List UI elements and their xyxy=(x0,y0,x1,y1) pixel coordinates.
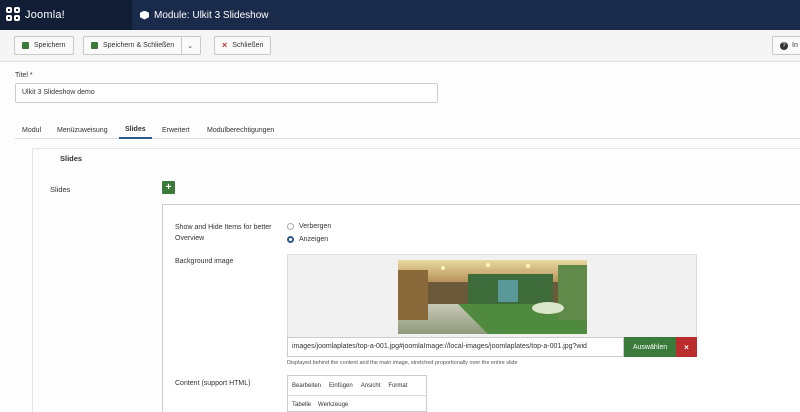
add-slide-button[interactable]: + xyxy=(162,181,175,194)
editor-menu-ansicht[interactable]: Ansicht xyxy=(361,383,381,389)
save-button[interactable]: Speichern xyxy=(14,36,74,55)
background-image-preview xyxy=(398,260,587,334)
clear-image-button[interactable]: × xyxy=(676,337,697,357)
close-button[interactable]: × Schließen xyxy=(214,36,272,55)
tab-erweitert[interactable]: Erweitert xyxy=(162,121,190,139)
editor-toolbar: Tabelle Werkzeuge xyxy=(288,396,426,412)
radio-show-label: Anzeigen xyxy=(299,236,329,243)
help-icon: ? xyxy=(780,41,788,50)
media-preview xyxy=(287,254,697,338)
editor-menu-bearbeiten[interactable]: Bearbeiten xyxy=(292,383,321,389)
radio-hide[interactable]: Verbergen xyxy=(287,223,331,230)
slides-legend: Slides xyxy=(58,154,85,163)
close-icon: × xyxy=(222,40,228,50)
show-hide-label: Show and Hide Items for better Overview xyxy=(175,224,272,242)
cube-icon xyxy=(140,10,149,20)
radio-show[interactable]: Anzeigen xyxy=(287,236,328,243)
editor-menu-format[interactable]: Format xyxy=(388,383,407,389)
radio-show-circle[interactable] xyxy=(287,236,294,243)
top-bar: Joomla! Module: Ulkit 3 Slideshow xyxy=(0,0,800,30)
chevron-down-icon[interactable]: ⌄ xyxy=(181,37,193,54)
editor-menubar: Bearbeiten Einfügen Ansicht Format xyxy=(288,376,426,396)
help-button-label: In xyxy=(792,42,798,49)
tab-modul[interactable]: Modul xyxy=(22,121,41,139)
toolbar: Speichern Speichern & Schließen ⌄ × Schl… xyxy=(0,30,800,62)
editor-menu-tabelle[interactable]: Tabelle xyxy=(292,402,311,408)
tab-menuzuweisung[interactable]: Menüzuweisung xyxy=(57,121,108,139)
brand[interactable]: Joomla! xyxy=(0,0,132,30)
radio-hide-circle[interactable] xyxy=(287,223,294,230)
content-editor[interactable]: Bearbeiten Einfügen Ansicht Format Tabel… xyxy=(287,375,427,412)
joomla-logo-icon xyxy=(6,7,22,23)
close-button-label: Schließen xyxy=(232,42,264,49)
save-icon xyxy=(91,42,98,49)
content-label: Content (support HTML) xyxy=(175,380,251,387)
background-image-hint: Displayed behind the content and the mai… xyxy=(287,360,518,366)
background-image-label: Background image xyxy=(175,258,234,265)
save-close-button[interactable]: Speichern & Schließen ⌄ xyxy=(83,36,202,55)
page-title: Module: Ulkit 3 Slideshow xyxy=(140,0,269,30)
save-button-label: Speichern xyxy=(34,42,66,49)
title-label: Titel * xyxy=(15,72,33,79)
save-close-button-label: Speichern & Schließen xyxy=(103,42,175,49)
editor-menu-werkzeuge[interactable]: Werkzeuge xyxy=(318,402,348,408)
tab-modulberechtigungen[interactable]: Modulberechtigungen xyxy=(207,121,274,139)
page-title-text: Module: Ulkit 3 Slideshow xyxy=(154,9,269,21)
select-image-button[interactable]: Auswählen xyxy=(624,337,676,357)
save-icon xyxy=(22,42,29,49)
tab-slides[interactable]: Slides xyxy=(119,121,152,139)
slides-field-label: Slides xyxy=(50,185,71,194)
title-input[interactable]: Ulkit 3 Slideshow demo xyxy=(15,83,438,103)
radio-hide-label: Verbergen xyxy=(299,223,332,230)
editor-menu-einfuegen[interactable]: Einfügen xyxy=(329,383,353,389)
brand-name: Joomla! xyxy=(25,9,65,21)
tab-bar: Modul Menüzuweisung Slides Erweitert Mod… xyxy=(15,121,800,139)
background-image-path-input[interactable]: images/joomlaplates/top-a-001.jpg#joomla… xyxy=(287,337,624,357)
help-button[interactable]: ? In xyxy=(772,36,800,55)
